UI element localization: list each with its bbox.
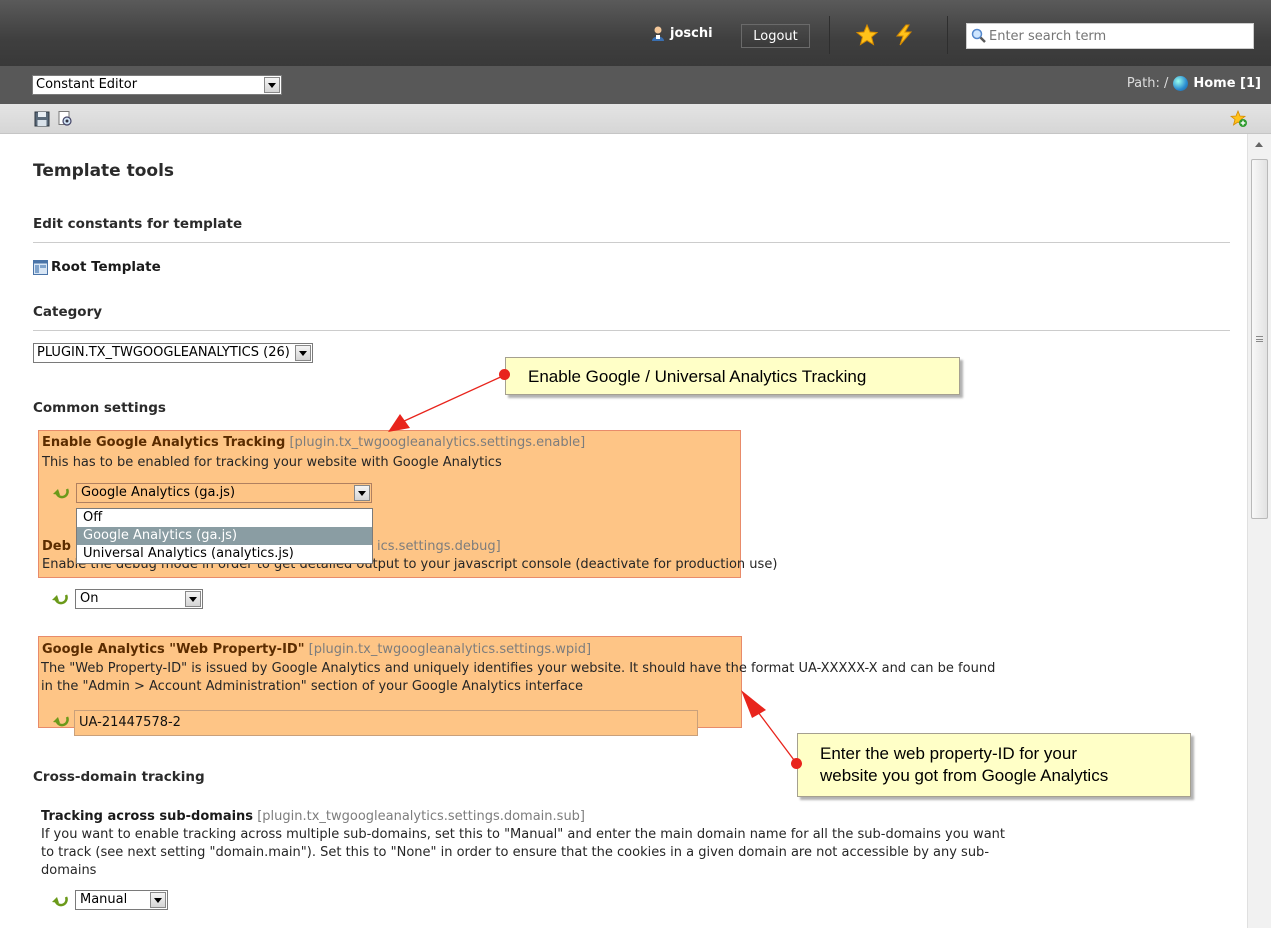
- debug-select[interactable]: On: [75, 589, 203, 609]
- dropdown-option[interactable]: Off: [77, 509, 372, 527]
- save-icon[interactable]: [33, 110, 51, 128]
- callout-dot: [791, 758, 802, 769]
- enable-dropdown-list[interactable]: Off Google Analytics (ga.js) Universal A…: [76, 508, 373, 564]
- subdomain-setting-desc-2: to track (see next setting "domain.main"…: [41, 845, 990, 860]
- subdomain-setting-header: Tracking across sub-domains [plugin.tx_t…: [41, 809, 585, 824]
- wpid-setting-title: Google Analytics "Web Property-ID": [42, 642, 305, 657]
- lightning-icon[interactable]: [893, 24, 915, 46]
- chevron-down-icon: [264, 77, 280, 93]
- chevron-down-icon: [185, 591, 201, 607]
- common-settings-heading: Common settings: [33, 400, 166, 416]
- search-box[interactable]: [966, 23, 1254, 49]
- path-label: Path: /: [1126, 76, 1169, 91]
- username: joschi: [670, 25, 713, 41]
- reset-default-icon[interactable]: [52, 485, 70, 501]
- path-page-link[interactable]: Home [1]: [1193, 76, 1261, 91]
- callout-dot: [499, 369, 510, 380]
- scrollbar[interactable]: [1247, 134, 1271, 928]
- subdomain-setting-title: Tracking across sub-domains: [41, 809, 254, 824]
- top-bar: joschi Logout: [0, 0, 1271, 66]
- module-bar: Constant Editor Path: / Home [1]: [0, 66, 1271, 104]
- cross-domain-heading: Cross-domain tracking: [33, 769, 205, 785]
- enable-select-value: Google Analytics (ga.js): [81, 485, 236, 500]
- subdomain-select-value: Manual: [80, 892, 128, 907]
- globe-icon: [1173, 76, 1189, 91]
- search-input[interactable]: [987, 27, 1237, 45]
- debug-setting-title: Deb: [42, 539, 71, 554]
- search-icon: [971, 28, 986, 43]
- separator: [829, 16, 830, 54]
- breadcrumb: Path: / Home [1]: [1127, 76, 1261, 91]
- chevron-down-icon: [354, 485, 370, 501]
- enable-setting-title: Enable Google Analytics Tracking: [42, 435, 286, 450]
- category-label: Category: [33, 304, 103, 320]
- enable-callout: Enable Google / Universal Analytics Trac…: [505, 357, 960, 395]
- scroll-up-arrow[interactable]: [1255, 142, 1263, 147]
- category-select[interactable]: PLUGIN.TX_TWGOOGLEANALYTICS (26): [33, 343, 313, 363]
- wpid-setting-header: Google Analytics "Web Property-ID" [plug…: [42, 642, 591, 657]
- dropdown-option[interactable]: Universal Analytics (analytics.js): [77, 545, 372, 563]
- user-icon: [652, 26, 664, 41]
- shortcut-star-icon[interactable]: [1230, 110, 1248, 128]
- doc-toolbar: [0, 104, 1271, 134]
- function-select[interactable]: Constant Editor: [32, 75, 282, 95]
- edit-heading: Edit constants for template: [33, 216, 243, 232]
- debug-select-value: On: [80, 591, 99, 606]
- chevron-down-icon: [294, 345, 311, 361]
- enable-setting-header: Enable Google Analytics Tracking [plugin…: [42, 435, 585, 450]
- content-area: Template tools Edit constants for templa…: [0, 134, 1247, 928]
- category-select-value: PLUGIN.TX_TWGOOGLEANALYTICS (26): [37, 345, 290, 360]
- subdomain-setting-desc-1: If you want to enable tracking across mu…: [41, 827, 1005, 842]
- template-name: Root Template: [51, 259, 161, 275]
- wpid-callout: Enter the web property-ID for your websi…: [797, 733, 1191, 797]
- user-menu[interactable]: joschi: [650, 25, 713, 41]
- divider: [33, 330, 1230, 331]
- subdomain-setting-desc-3: domains: [41, 863, 97, 878]
- wpid-input[interactable]: UA-21447578-2: [74, 710, 698, 736]
- page-title: Template tools: [33, 161, 175, 181]
- wpid-setting-key: [plugin.tx_twgoogleanalytics.settings.wp…: [308, 642, 592, 657]
- template-icon: [33, 259, 48, 275]
- wpid-setting-desc-2: in the "Admin > Account Administration" …: [41, 679, 583, 694]
- wpid-callout-line-1: Enter the web property-ID for your: [820, 744, 1078, 763]
- star-icon[interactable]: [856, 24, 878, 46]
- view-page-icon[interactable]: [56, 110, 74, 128]
- chevron-down-icon: [150, 892, 166, 908]
- divider: [33, 242, 1230, 243]
- subdomain-setting-key: [plugin.tx_twgoogleanalytics.settings.do…: [257, 809, 586, 824]
- template-title: Root Template: [33, 259, 161, 275]
- wpid-callout-line-2: website you got from Google Analytics: [820, 766, 1109, 785]
- reset-default-icon[interactable]: [52, 713, 70, 729]
- enable-setting-desc: This has to be enabled for tracking your…: [42, 455, 502, 470]
- reset-default-icon[interactable]: [51, 591, 69, 607]
- dropdown-option-selected[interactable]: Google Analytics (ga.js): [77, 527, 372, 545]
- enable-select[interactable]: Google Analytics (ga.js): [76, 483, 372, 503]
- scroll-thumb[interactable]: [1251, 159, 1268, 519]
- reset-default-icon[interactable]: [51, 893, 69, 909]
- subdomain-select[interactable]: Manual: [75, 890, 168, 910]
- debug-setting-key: ics.settings.debug]: [377, 539, 501, 554]
- separator: [947, 16, 948, 54]
- function-select-value: Constant Editor: [36, 77, 138, 92]
- logout-button[interactable]: Logout: [741, 24, 810, 48]
- enable-setting-key: [plugin.tx_twgoogleanalytics.settings.en…: [289, 435, 586, 450]
- wpid-setting-desc-1: The "Web Property-ID" is issued by Googl…: [41, 661, 996, 676]
- grip-icon: [1256, 336, 1263, 342]
